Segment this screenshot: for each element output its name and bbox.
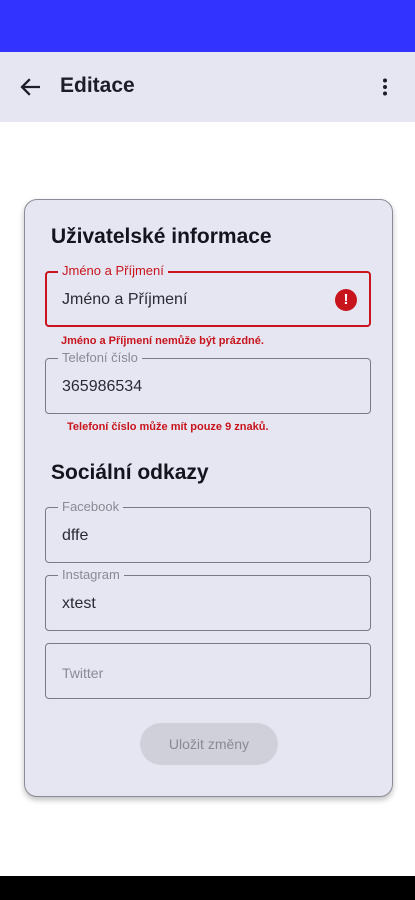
social-title: Sociální odkazy — [51, 461, 209, 484]
save-button[interactable]: Uložit změny — [140, 723, 278, 765]
name-field-value: Jméno a Příjmení — [62, 291, 188, 308]
facebook-field[interactable]: Facebook dffe — [45, 499, 371, 563]
back-button[interactable] — [14, 71, 46, 103]
overflow-menu-button[interactable] — [370, 71, 400, 103]
error-icon: ! — [335, 289, 357, 311]
page-title: Editace — [60, 74, 135, 97]
name-field[interactable]: Jméno a Příjmení Jméno a Příjmení ! — [45, 263, 371, 327]
navigation-bar — [0, 876, 415, 900]
name-error-text: Jméno a Příjmení nemůže být prázdné. — [61, 335, 264, 347]
phone-field[interactable]: Telefoní číslo 365986534 — [45, 350, 371, 414]
instagram-field-value: xtest — [62, 595, 96, 612]
twitter-field-placeholder: Twitter — [62, 665, 104, 681]
more-vert-icon — [383, 78, 387, 96]
name-field-label: Jméno a Příjmení — [58, 263, 168, 279]
instagram-field-label: Instagram — [58, 567, 124, 583]
facebook-field-value: dffe — [62, 527, 89, 544]
instagram-field[interactable]: Instagram xtest — [45, 567, 371, 631]
app-bar: Editace — [0, 52, 415, 122]
twitter-field[interactable]: Twitter — [45, 643, 371, 699]
phone-field-label: Telefoní číslo — [58, 350, 142, 366]
facebook-field-label: Facebook — [58, 499, 124, 515]
phone-field-value: 365986534 — [62, 378, 143, 395]
status-bar — [0, 0, 415, 52]
arrow-back-icon — [20, 78, 40, 96]
phone-error-text: Telefoní číslo může mít pouze 9 znaků. — [67, 421, 269, 433]
user-info-title: Uživatelské informace — [51, 225, 272, 248]
edit-card: Uživatelské informace Jméno a Příjmení J… — [24, 199, 393, 797]
